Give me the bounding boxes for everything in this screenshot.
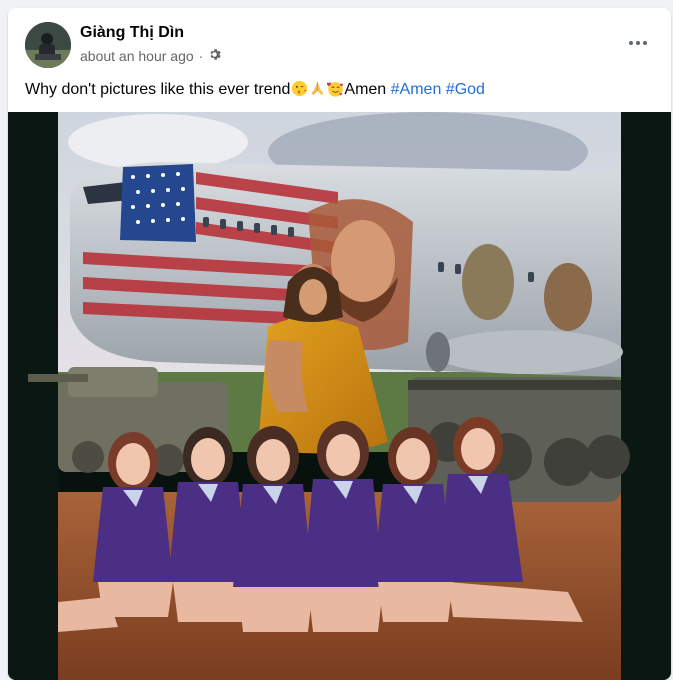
gear-icon[interactable] (208, 48, 222, 64)
more-dot (629, 41, 633, 45)
post-timestamp[interactable]: about an hour ago (80, 48, 194, 64)
post-caption: Why don't pictures like this ever trend … (25, 80, 485, 99)
more-options-icon[interactable] (623, 32, 653, 54)
hashtag-god[interactable]: #God (446, 81, 485, 98)
kissing-face-emoji (291, 80, 308, 97)
praying-hands-emoji (311, 81, 324, 96)
more-dot (643, 41, 647, 45)
post-image-artwork (8, 112, 671, 680)
more-dot (636, 41, 640, 45)
hashtag-amen[interactable]: #Amen (391, 81, 442, 98)
dot-separator: · (198, 48, 204, 64)
author-avatar[interactable] (25, 22, 71, 68)
post-image[interactable] (8, 112, 671, 680)
smiling-face-with-hearts-emoji (326, 82, 344, 97)
post-meta: about an hour ago · (80, 48, 222, 64)
post-header: Giàng Thị Dìn about an hour ago · (8, 8, 671, 78)
post-card: Giàng Thị Dìn about an hour ago · Why do… (8, 8, 671, 680)
caption-text: Why don't pictures like this ever trend (25, 81, 291, 98)
author-name[interactable]: Giàng Thị Dìn (80, 24, 184, 42)
caption-word: Amen (344, 81, 387, 98)
